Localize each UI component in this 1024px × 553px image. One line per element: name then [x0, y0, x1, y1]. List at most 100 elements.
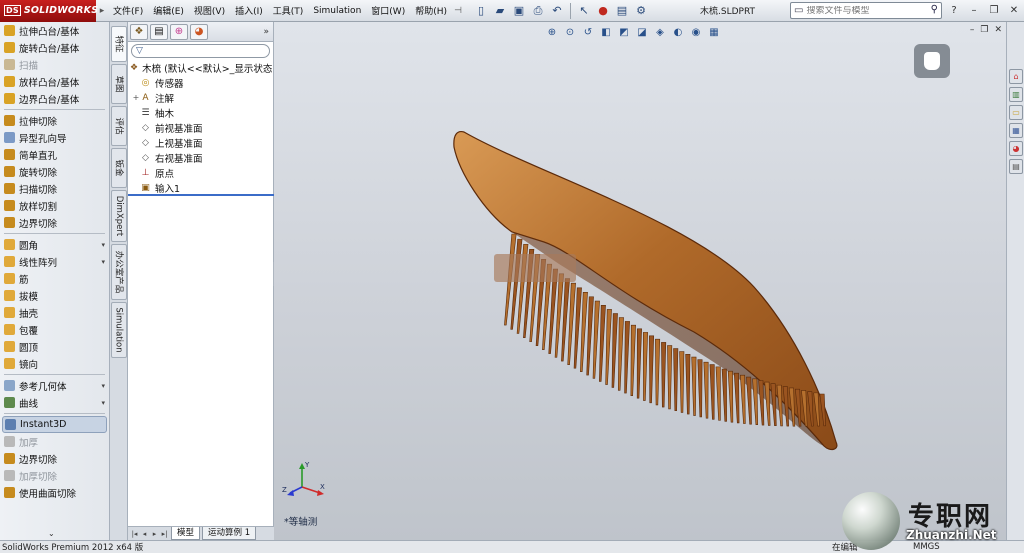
command-item[interactable]: 简单直孔 — [0, 146, 109, 163]
tree-filter-input[interactable]: ▽ — [131, 44, 270, 58]
command-tab[interactable]: 钣金 — [111, 148, 127, 188]
pin-icon[interactable]: ⊣ — [452, 4, 464, 18]
more-commands-icon[interactable]: ⌄ — [48, 529, 55, 538]
command-item[interactable]: 镜向 — [0, 355, 109, 372]
command-item[interactable]: 异型孔向导 — [0, 129, 109, 146]
design-library-icon[interactable]: ▥ — [1009, 87, 1023, 102]
command-item[interactable]: 圆角 ▾ — [0, 236, 109, 253]
tree-item-label: 传感器 — [155, 78, 184, 90]
command-item[interactable]: 圆顶 — [0, 338, 109, 355]
open-folder-icon[interactable]: ▰ — [491, 2, 509, 20]
menu-simulation[interactable]: Simulation — [308, 6, 366, 16]
tree-root[interactable]: ❖ 木梳 (默认<<默认>_显示状态 1 — [128, 60, 282, 75]
search-box[interactable]: ▭ ⚲ — [790, 2, 942, 19]
custom-properties-icon[interactable]: ▤ — [1009, 159, 1023, 174]
tab-model[interactable]: 模型 — [171, 527, 201, 540]
tree-item[interactable]: ◇ 上视基准面 — [128, 135, 273, 150]
file-properties-icon[interactable]: ▤ — [613, 2, 631, 20]
restore-icon[interactable]: ❐ — [986, 2, 1002, 18]
rollback-bar[interactable] — [128, 194, 274, 196]
property-manager-tab-icon[interactable]: ▤ — [150, 23, 168, 40]
first-tab-icon[interactable]: |◂ — [130, 530, 139, 538]
command-item[interactable]: 使用曲面切除 — [0, 484, 109, 501]
comb-model[interactable] — [274, 22, 1006, 540]
tree-item[interactable]: ◇ 前视基准面 — [128, 120, 273, 135]
tree-item[interactable]: ▣ 输入1 — [128, 180, 273, 195]
tree-item[interactable]: ◎ 传感器 — [128, 75, 273, 90]
solidworks-resources-icon[interactable]: ⌂ — [1009, 69, 1023, 84]
menu-view[interactable]: 视图(V) — [189, 4, 230, 17]
dropdown-arrow-icon[interactable]: ▾ — [101, 258, 105, 266]
command-item[interactable]: 旋转凸台/基体 — [0, 39, 109, 56]
print-icon[interactable]: ⎙ — [529, 2, 547, 20]
menu-window[interactable]: 窗口(W) — [366, 4, 410, 17]
options-gear-icon[interactable]: ⚙ — [632, 2, 650, 20]
search-input[interactable] — [806, 5, 917, 16]
command-item[interactable]: 线性阵列 ▾ — [0, 253, 109, 270]
command-item[interactable]: 筋 — [0, 270, 109, 287]
solidworks-logo[interactable]: DS SOLIDWORKS — [0, 0, 98, 22]
menu-edit[interactable]: 编辑(E) — [148, 4, 189, 17]
tree-item[interactable]: ☰ 柚木 — [128, 105, 273, 120]
minimize-icon[interactable]: – — [966, 2, 982, 18]
tab-motion-study[interactable]: 运动算例 1 — [202, 527, 257, 540]
display-manager-tab-icon[interactable]: ◕ — [190, 23, 208, 40]
graphics-area[interactable]: ⊕ ⊙ ↺ ◧ ◩ ◪ ◈ ◐ ◉ ▦ – ❐ ✕ Y X Z *等轴测 — [274, 22, 1006, 540]
command-item[interactable]: 边界切除 — [0, 214, 109, 231]
file-explorer-icon[interactable]: ▭ — [1009, 105, 1023, 120]
last-tab-icon[interactable]: ▸| — [160, 530, 169, 538]
dropdown-arrow-icon[interactable]: ▾ — [101, 241, 105, 249]
command-item[interactable]: 拉伸凸台/基体 — [0, 22, 109, 39]
feature-tree-tab-icon[interactable]: ❖ — [130, 23, 148, 40]
command-item[interactable]: 加厚切除 — [0, 467, 109, 484]
dropdown-arrow-icon[interactable]: ▾ — [101, 399, 105, 407]
help-icon[interactable]: ? — [946, 2, 962, 18]
menu-expand-icon[interactable]: ▸ — [96, 4, 108, 18]
command-item[interactable]: 旋转切除 — [0, 163, 109, 180]
command-item[interactable]: 参考几何体 ▾ — [0, 377, 109, 394]
command-item[interactable]: 边界凸台/基体 — [0, 90, 109, 107]
close-icon[interactable]: ✕ — [1006, 2, 1022, 18]
dropdown-arrow-icon[interactable]: ▾ — [101, 382, 105, 390]
tree-item[interactable]: ◇ 右视基准面 — [128, 150, 273, 165]
command-item[interactable]: 抽壳 — [0, 304, 109, 321]
tree-expander-icon[interactable]: + — [132, 93, 140, 102]
command-tab[interactable]: 办公室产品 — [111, 244, 127, 300]
next-tab-icon[interactable]: ▸ — [150, 530, 159, 538]
command-item[interactable]: 曲线 ▾ — [0, 394, 109, 411]
menu-file[interactable]: 文件(F) — [108, 4, 148, 17]
search-scope-icon[interactable]: ▭ — [794, 5, 803, 16]
command-tab[interactable]: 特征 — [111, 26, 127, 62]
appearances-scenes-icon[interactable]: ◕ — [1009, 141, 1023, 156]
new-document-icon[interactable]: ▯ — [472, 2, 490, 20]
command-item[interactable]: Instant3D — [2, 416, 107, 433]
command-tab[interactable]: 草图 — [111, 64, 127, 104]
undo-icon[interactable]: ↶ — [548, 2, 566, 20]
command-item[interactable]: 包覆 — [0, 321, 109, 338]
menu-insert[interactable]: 插入(I) — [230, 4, 268, 17]
command-item[interactable]: 放样切割 — [0, 197, 109, 214]
save-icon[interactable]: ▣ — [510, 2, 528, 20]
search-icon[interactable]: ⚲ — [931, 4, 938, 15]
tree-item[interactable]: ⊥ 原点 — [128, 165, 273, 180]
menu-tools[interactable]: 工具(T) — [268, 4, 309, 17]
command-tab[interactable]: Simulation — [111, 302, 127, 358]
command-item[interactable]: 扫描 — [0, 56, 109, 73]
command-item[interactable]: 拉伸切除 — [0, 112, 109, 129]
expand-panel-icon[interactable]: » — [263, 27, 269, 37]
prev-tab-icon[interactable]: ◂ — [140, 530, 149, 538]
view-palette-icon[interactable]: ▦ — [1009, 123, 1023, 138]
rebuild-traffic-light-icon[interactable]: ● — [594, 2, 612, 20]
reference-triad[interactable]: Y X Z — [282, 459, 328, 499]
command-item[interactable]: 放样凸台/基体 — [0, 73, 109, 90]
tree-item[interactable]: + A 注解 — [128, 90, 273, 105]
command-item[interactable]: 扫描切除 — [0, 180, 109, 197]
command-item[interactable]: 加厚 — [0, 433, 109, 450]
command-tab[interactable]: DimXpert — [111, 190, 127, 242]
select-arrow-icon[interactable]: ↖ — [575, 2, 593, 20]
configuration-manager-tab-icon[interactable]: ⊕ — [170, 23, 188, 40]
command-tab[interactable]: 评估 — [111, 106, 127, 146]
command-item[interactable]: 拔模 — [0, 287, 109, 304]
command-item[interactable]: 边界切除 — [0, 450, 109, 467]
menu-help[interactable]: 帮助(H) — [410, 4, 452, 17]
